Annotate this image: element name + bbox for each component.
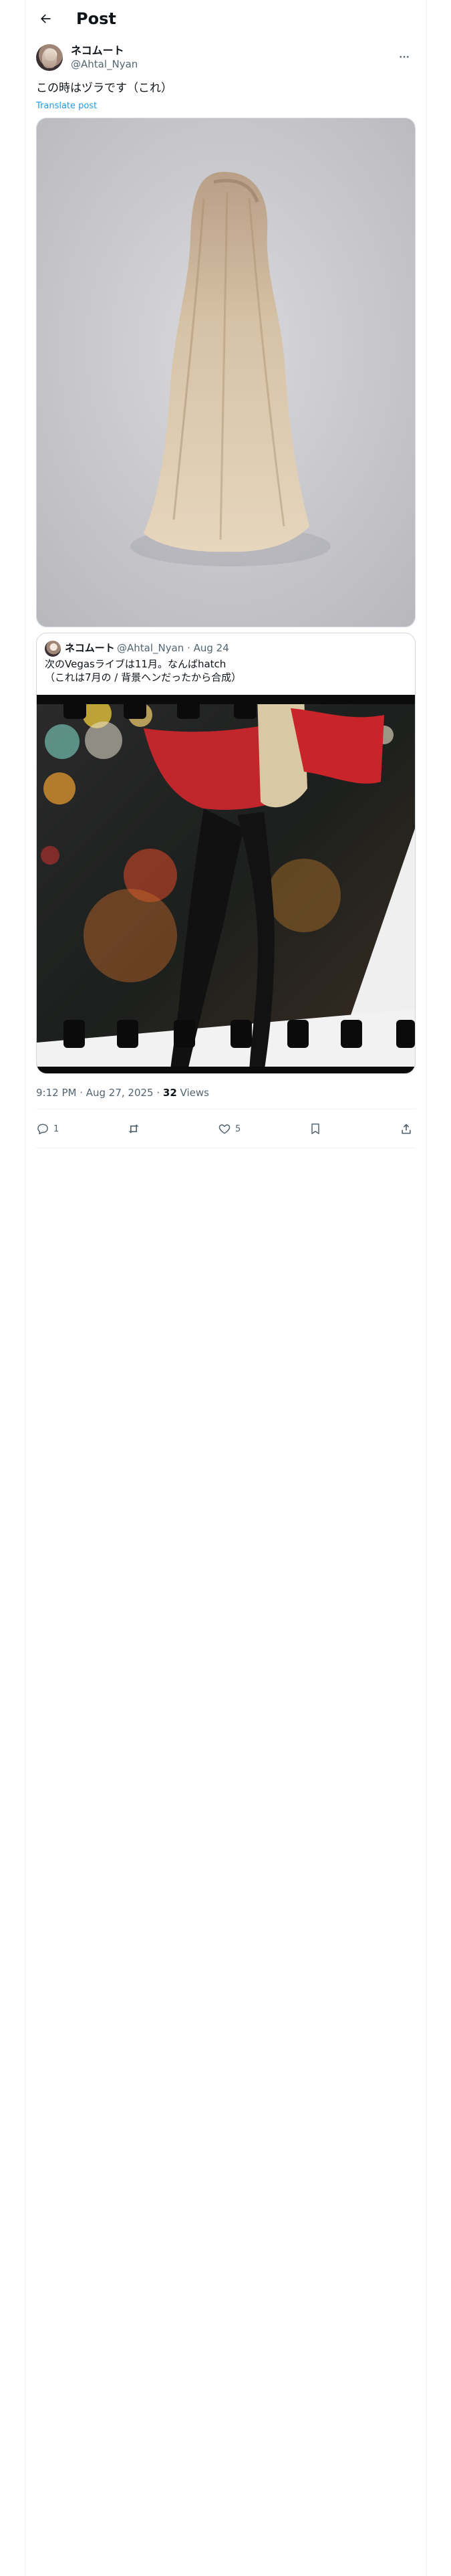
author-handle[interactable]: @Ahtal_Nyan	[71, 58, 138, 71]
views-count: 32	[162, 1087, 177, 1099]
author-display-name[interactable]: ネコムート	[71, 44, 124, 58]
header-bar: Post	[25, 0, 426, 37]
stage-photo	[37, 695, 415, 1073]
repost-icon	[128, 1124, 139, 1134]
arrow-left-icon	[41, 14, 51, 23]
avatar[interactable]	[36, 44, 63, 71]
more-options-button[interactable]	[393, 45, 416, 68]
post-column: Post ネコムート @Ahtal_Nyan この時はヅラです（これ） Tran…	[25, 0, 427, 2576]
quoted-text-line-1: 次のVegasライブは11月。なんばhatch	[45, 658, 227, 670]
quoted-text-line-2: （これは7月の / 背景ヘンだったから合成）	[45, 671, 242, 683]
post-image[interactable]	[36, 118, 416, 627]
like-count: 5	[235, 1123, 241, 1134]
page-title: Post	[76, 9, 116, 28]
post-time[interactable]: 9:12 PM · Aug 27, 2025 ·	[36, 1087, 163, 1099]
post-timestamp: 9:12 PM · Aug 27, 2025 · 32 Views	[36, 1086, 209, 1099]
reply-icon	[37, 1123, 48, 1135]
translate-post-link[interactable]: Translate post	[36, 100, 97, 112]
heart-icon	[218, 1124, 231, 1134]
quoted-meta: @Ahtal_Nyan · Aug 24	[117, 642, 229, 654]
avatar-face	[42, 48, 57, 68]
wig-photo	[37, 118, 415, 627]
page: Post ネコムート @Ahtal_Nyan この時はヅラです（これ） Tran…	[0, 0, 451, 2576]
repost-button[interactable]	[127, 1117, 144, 1141]
action-bar: 1 5	[36, 1117, 416, 1141]
back-button[interactable]	[36, 9, 55, 28]
views-label: Views	[176, 1087, 209, 1099]
share-button[interactable]	[400, 1117, 413, 1141]
post-text: この時はヅラです（これ）	[36, 82, 172, 95]
quoted-image[interactable]	[37, 695, 415, 1073]
share-icon	[402, 1123, 411, 1134]
reply-button[interactable]: 1	[36, 1117, 59, 1141]
quoted-post[interactable]: ネコムート @Ahtal_Nyan · Aug 24 次のVegasライブは11…	[36, 633, 416, 1074]
post-author: ネコムート @Ahtal_Nyan	[36, 43, 416, 75]
like-button[interactable]: 5	[218, 1117, 241, 1141]
reply-count: 1	[53, 1123, 59, 1134]
quoted-avatar	[45, 641, 61, 657]
quoted-display-name: ネコムート	[65, 642, 115, 654]
bookmark-button[interactable]	[309, 1117, 322, 1141]
bookmark-icon	[311, 1123, 319, 1134]
more-horizontal-icon	[400, 56, 409, 58]
